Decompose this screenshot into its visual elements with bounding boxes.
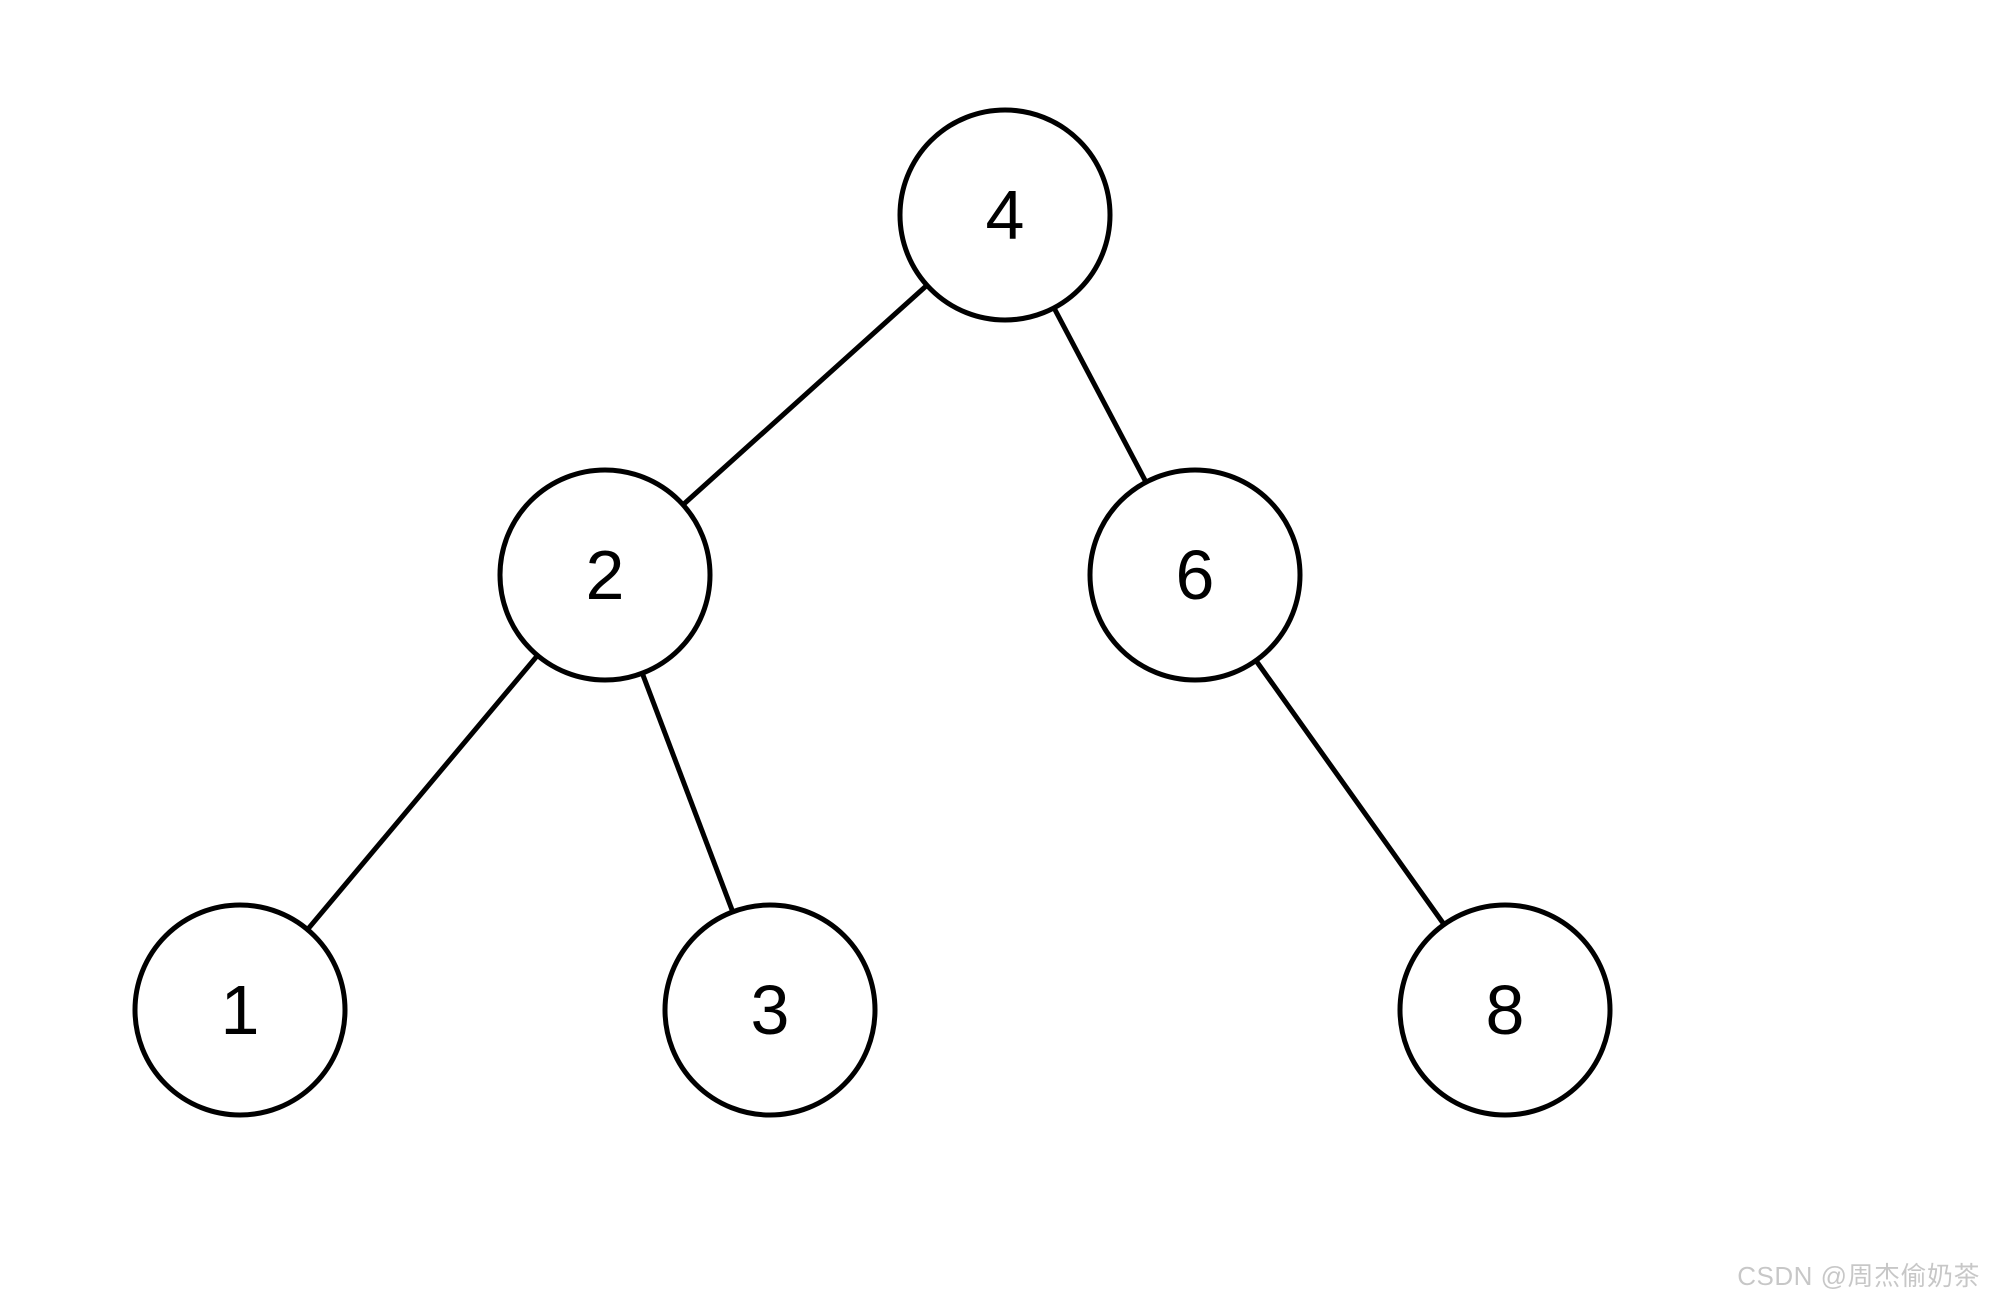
node-4: 4: [900, 110, 1110, 320]
watermark: CSDN @周杰偷奶茶: [1737, 1256, 1980, 1293]
edge-n2-n1: [307, 655, 537, 929]
edge-n4-n6: [1054, 308, 1146, 482]
node-label-8: 8: [1486, 971, 1525, 1049]
node-label-3: 3: [751, 971, 790, 1049]
node-label-2: 2: [586, 536, 625, 614]
nodes-layer: 4 2 6 1 3 8: [135, 110, 1610, 1115]
binary-tree-diagram: 4 2 6 1 3 8: [0, 0, 2000, 1303]
node-3: 3: [665, 905, 875, 1115]
node-1: 1: [135, 905, 345, 1115]
node-8: 8: [1400, 905, 1610, 1115]
edge-n4-n2: [683, 285, 927, 505]
node-6: 6: [1090, 470, 1300, 680]
node-2: 2: [500, 470, 710, 680]
node-label-1: 1: [221, 971, 260, 1049]
edge-n2-n3: [642, 673, 733, 912]
node-label-4: 4: [986, 176, 1025, 254]
node-label-6: 6: [1176, 536, 1215, 614]
edge-n6-n8: [1256, 661, 1444, 925]
